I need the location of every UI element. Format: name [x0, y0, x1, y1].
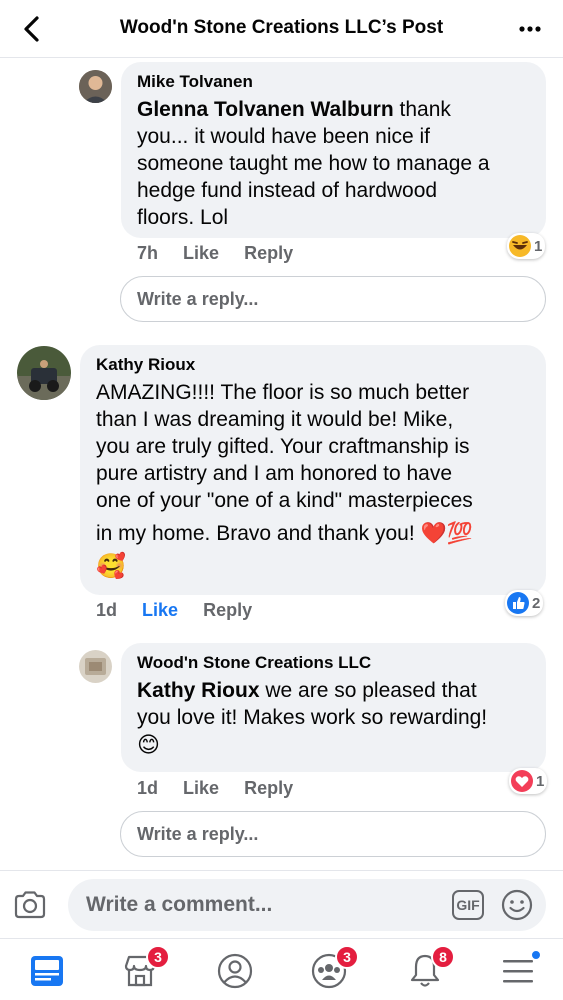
like-icon	[507, 592, 529, 614]
reply-input[interactable]: Write a reply...	[120, 276, 546, 322]
comment-meta: 1d Like Reply	[137, 778, 313, 799]
reaction-count[interactable]: 1	[509, 768, 548, 794]
camera-icon[interactable]	[12, 887, 48, 923]
tab-notifications[interactable]: 8	[405, 945, 455, 991]
reply-button[interactable]: Reply	[244, 778, 293, 798]
marketplace-badge: 3	[146, 945, 170, 969]
comment-input[interactable]: Write a comment... GIF	[68, 879, 546, 931]
tab-menu[interactable]	[498, 949, 542, 991]
reply-button[interactable]: Reply	[244, 243, 293, 263]
comment-author[interactable]: Kathy Rioux	[96, 355, 530, 375]
comment-timestamp: 1d	[137, 778, 159, 798]
comment-text: Glenna Tolvanen Walburn thank you... it w…	[137, 98, 490, 229]
avatar-woodn-stone[interactable]	[79, 650, 112, 683]
tab-groups[interactable]: 3	[309, 945, 359, 991]
love-icon	[511, 770, 533, 792]
like-button[interactable]: Like	[142, 600, 178, 620]
comment-composer: Write a comment... GIF	[0, 870, 563, 938]
back-arrow-icon[interactable]	[18, 14, 48, 44]
reply-input[interactable]: Write a reply...	[120, 811, 546, 857]
reaction-count[interactable]: 2	[505, 590, 544, 616]
comment-text: AMAZING!!!! The floor is so much better …	[96, 381, 473, 580]
comment-bubble: Wood'n Stone Creations LLC Kathy Rioux w…	[121, 643, 546, 772]
comment-timestamp: 7h	[137, 243, 159, 263]
comment-author[interactable]: Wood'n Stone Creations LLC	[137, 653, 530, 673]
tab-news-feed[interactable]	[27, 951, 67, 991]
menu-indicator-dot	[530, 949, 542, 961]
news-feed-icon	[31, 956, 63, 986]
comment-author[interactable]: Mike Tolvanen	[137, 72, 530, 92]
gif-button[interactable]: GIF	[452, 890, 484, 920]
emoji-icon[interactable]	[500, 888, 534, 922]
reaction-count[interactable]: 1	[507, 233, 546, 259]
like-button[interactable]: Like	[183, 243, 219, 263]
haha-icon	[509, 235, 531, 257]
tab-marketplace[interactable]: 3	[120, 945, 170, 991]
mention-link[interactable]: Glenna Tolvanen Walburn	[137, 98, 394, 121]
comment-meta: 7h Like Reply	[137, 243, 313, 264]
profile-icon	[217, 953, 253, 989]
more-options-icon[interactable]	[515, 14, 545, 44]
like-button[interactable]: Like	[183, 778, 219, 798]
comment-placeholder: Write a comment...	[86, 893, 273, 916]
comment-bubble: Mike Tolvanen Glenna Tolvanen Walburn th…	[121, 62, 546, 238]
avatar-kathy-rioux[interactable]	[17, 346, 71, 400]
tab-profile[interactable]	[215, 951, 255, 991]
notifications-badge: 8	[431, 945, 455, 969]
avatar-mike-tolvanen[interactable]	[79, 70, 112, 103]
comment-timestamp: 1d	[96, 600, 118, 620]
reply-button[interactable]: Reply	[203, 600, 252, 620]
comment-meta: 1d Like Reply	[96, 600, 272, 621]
comment-text: Kathy Rioux we are so pleased that you lo…	[137, 679, 488, 757]
page-title: Wood'n Stone Creations LLC’s Post	[119, 17, 444, 38]
bottom-nav: 3 3 8	[0, 938, 563, 1000]
post-header: Wood'n Stone Creations LLC’s Post	[0, 0, 563, 58]
mention-link[interactable]: Kathy Rioux	[137, 679, 260, 702]
comment-bubble: Kathy Rioux AMAZING!!!! The floor is so …	[80, 345, 546, 595]
groups-badge: 3	[335, 945, 359, 969]
